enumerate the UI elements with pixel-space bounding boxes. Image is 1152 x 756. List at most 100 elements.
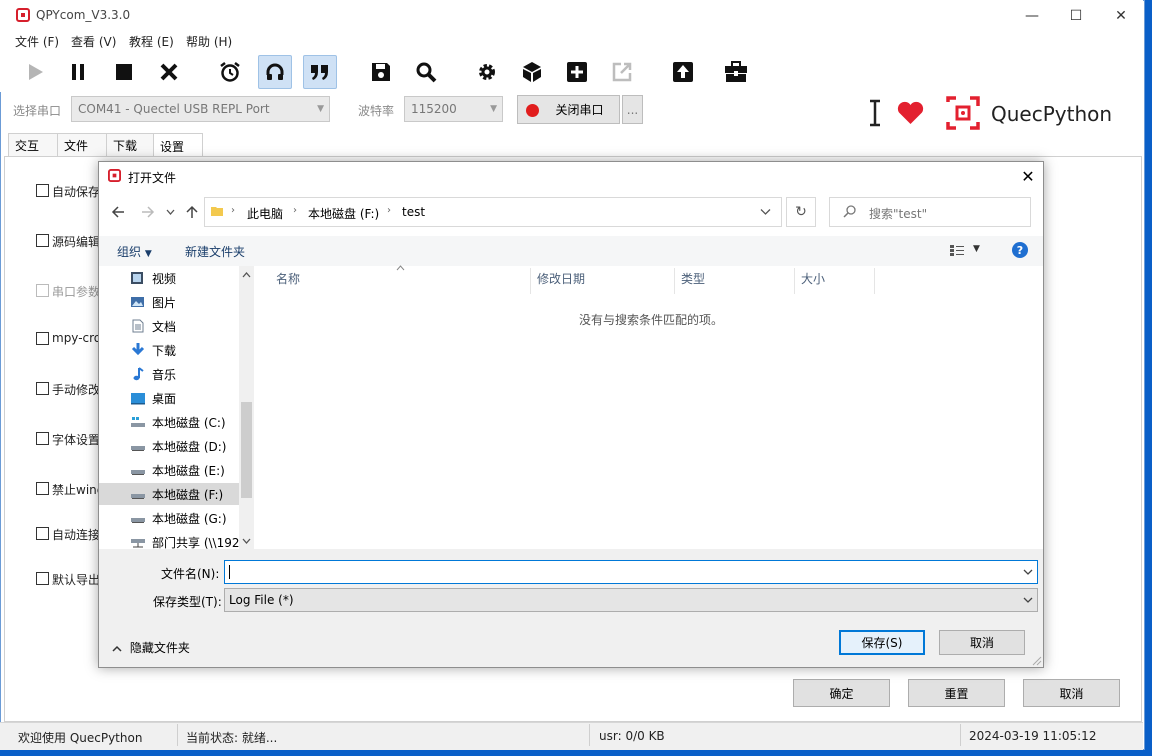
column-modified[interactable]: 修改日期 bbox=[537, 270, 585, 287]
filetype-select[interactable]: Log File (*) bbox=[224, 588, 1038, 612]
setting-checkbox bbox=[36, 284, 49, 297]
tab-file[interactable]: 文件 bbox=[57, 133, 107, 157]
setting-label: 自动连接 bbox=[52, 528, 100, 542]
status-welcome: 欢迎使用 QuecPython bbox=[18, 731, 143, 745]
menu-view[interactable]: 查看 (V) bbox=[71, 33, 116, 50]
hex-button[interactable] bbox=[258, 55, 292, 89]
run-button[interactable] bbox=[18, 55, 52, 89]
setting-checkbox[interactable] bbox=[36, 572, 49, 585]
search-input[interactable] bbox=[829, 197, 1031, 227]
filename-input[interactable] bbox=[224, 560, 1038, 584]
cancel-button[interactable]: 取消 bbox=[1023, 679, 1120, 707]
menu-file[interactable]: 文件 (F) bbox=[15, 33, 59, 50]
breadcrumb-test[interactable]: test bbox=[402, 205, 425, 219]
close-port-label: 关闭串口 bbox=[555, 103, 604, 117]
save-button[interactable]: 保存(S) bbox=[839, 630, 925, 655]
tab-interact[interactable]: 交互 bbox=[8, 133, 58, 157]
tab-settings[interactable]: 设置 bbox=[153, 133, 203, 158]
forward-arrow-icon[interactable] bbox=[141, 205, 155, 219]
setting-checkbox[interactable] bbox=[36, 527, 49, 540]
new-folder-button[interactable]: 新建文件夹 bbox=[185, 243, 245, 260]
recent-chevron-icon[interactable] bbox=[166, 208, 175, 216]
maximize-button[interactable]: ☐ bbox=[1053, 0, 1099, 31]
reset-button[interactable]: 重置 bbox=[908, 679, 1005, 707]
timer-button[interactable] bbox=[213, 55, 247, 89]
ok-button[interactable]: 确定 bbox=[793, 679, 890, 707]
nav-item-videos[interactable]: 视频 bbox=[130, 267, 238, 289]
dialog-cancel-button[interactable]: 取消 bbox=[939, 630, 1025, 655]
nav-item-drive-e[interactable]: 本地磁盘 (E:) bbox=[130, 459, 238, 481]
refresh-button[interactable]: ↻ bbox=[786, 197, 816, 227]
nav-item-music[interactable]: 音乐 bbox=[130, 363, 238, 385]
menu-help[interactable]: 帮助 (H) bbox=[186, 33, 232, 50]
settings-button[interactable] bbox=[470, 55, 504, 89]
save-log-button[interactable] bbox=[364, 55, 398, 89]
setting-checkbox[interactable] bbox=[36, 482, 49, 495]
resize-grip-icon[interactable] bbox=[1030, 654, 1042, 666]
scroll-up-icon[interactable] bbox=[242, 272, 251, 278]
breadcrumb-drive-f[interactable]: 本地磁盘 (F:) bbox=[308, 205, 379, 222]
chevron-down-icon bbox=[1023, 569, 1033, 575]
nav-item-drive-f[interactable]: 本地磁盘 (F:) bbox=[99, 483, 239, 505]
stop-button[interactable] bbox=[107, 55, 141, 89]
back-arrow-icon[interactable] bbox=[111, 205, 125, 219]
share-button[interactable] bbox=[605, 55, 639, 89]
close-port-button[interactable]: 关闭串口 bbox=[517, 95, 620, 124]
view-mode-chevron-icon[interactable]: ▼ bbox=[973, 244, 980, 254]
setting-checkbox[interactable] bbox=[36, 234, 49, 247]
setting-checkbox[interactable] bbox=[36, 184, 49, 197]
breadcrumb-this-pc[interactable]: 此电脑 bbox=[247, 205, 283, 222]
search-log-button[interactable] bbox=[409, 55, 443, 89]
folder-icon bbox=[211, 207, 223, 216]
port-select[interactable]: COM41 - Quectel USB REPL Port ▼ bbox=[71, 96, 330, 122]
add-button[interactable] bbox=[560, 55, 594, 89]
close-window-button[interactable]: ✕ bbox=[1098, 0, 1144, 31]
column-name[interactable]: 名称 bbox=[276, 270, 300, 287]
hide-folders-toggle[interactable]: 隐藏文件夹 bbox=[112, 639, 190, 656]
nav-item-documents[interactable]: 文档 bbox=[130, 315, 238, 337]
toolbox-button[interactable] bbox=[719, 55, 753, 89]
nav-scrollbar-thumb[interactable] bbox=[241, 402, 252, 498]
nav-item-downloads[interactable]: 下载 bbox=[130, 339, 238, 361]
column-size[interactable]: 大小 bbox=[801, 270, 825, 287]
plus-box-icon bbox=[567, 62, 587, 82]
setting-checkbox[interactable] bbox=[36, 432, 49, 445]
status-datetime: 2024-03-19 11:05:12 bbox=[969, 729, 1097, 743]
nav-item-desktop[interactable]: 桌面 bbox=[130, 387, 238, 409]
setting-checkbox[interactable] bbox=[36, 332, 49, 345]
baud-select[interactable]: 115200 ▼ bbox=[404, 96, 503, 122]
address-history-chevron-icon[interactable] bbox=[760, 208, 771, 216]
nav-item-label: 本地磁盘 (D:) bbox=[152, 440, 227, 454]
nav-item-pictures[interactable]: 图片 bbox=[130, 291, 238, 313]
minimize-button[interactable]: — bbox=[1009, 0, 1055, 31]
nav-item-drive-c[interactable]: 本地磁盘 (C:) bbox=[130, 411, 238, 433]
quote-button[interactable] bbox=[303, 55, 337, 89]
menu-tutorial[interactable]: 教程 (E) bbox=[129, 33, 174, 50]
view-mode-icon[interactable] bbox=[949, 243, 965, 257]
up-arrow-icon[interactable] bbox=[185, 205, 199, 219]
x-icon bbox=[160, 63, 178, 81]
setting-label: 自动保存 bbox=[52, 185, 100, 199]
more-button[interactable]: ... bbox=[622, 95, 643, 124]
upload-button[interactable] bbox=[666, 55, 700, 89]
pause-icon bbox=[72, 64, 84, 80]
dialog-close-button[interactable]: ✕ bbox=[1017, 165, 1039, 187]
help-icon[interactable]: ? bbox=[1012, 242, 1028, 258]
window-title: QPYcom_V3.3.0 bbox=[36, 8, 131, 22]
setting-checkbox[interactable] bbox=[36, 382, 49, 395]
nav-item-label: 视频 bbox=[152, 272, 177, 286]
pause-button[interactable] bbox=[61, 55, 95, 89]
tab-download[interactable]: 下载 bbox=[106, 133, 154, 157]
organize-button[interactable]: 组织 ▼ bbox=[117, 243, 152, 260]
clear-button[interactable] bbox=[152, 55, 186, 89]
scroll-down-icon[interactable] bbox=[242, 538, 251, 544]
nav-item-drive-g[interactable]: 本地磁盘 (G:) bbox=[130, 507, 238, 529]
chevron-down-icon: ▼ bbox=[144, 249, 152, 259]
column-type[interactable]: 类型 bbox=[681, 270, 705, 287]
package-button[interactable] bbox=[515, 55, 549, 89]
status-divider bbox=[177, 724, 178, 746]
address-bar[interactable] bbox=[204, 197, 782, 227]
file-list[interactable] bbox=[255, 266, 1043, 549]
nav-item-drive-d[interactable]: 本地磁盘 (D:) bbox=[130, 435, 238, 457]
nav-item-label: 图片 bbox=[152, 296, 177, 310]
